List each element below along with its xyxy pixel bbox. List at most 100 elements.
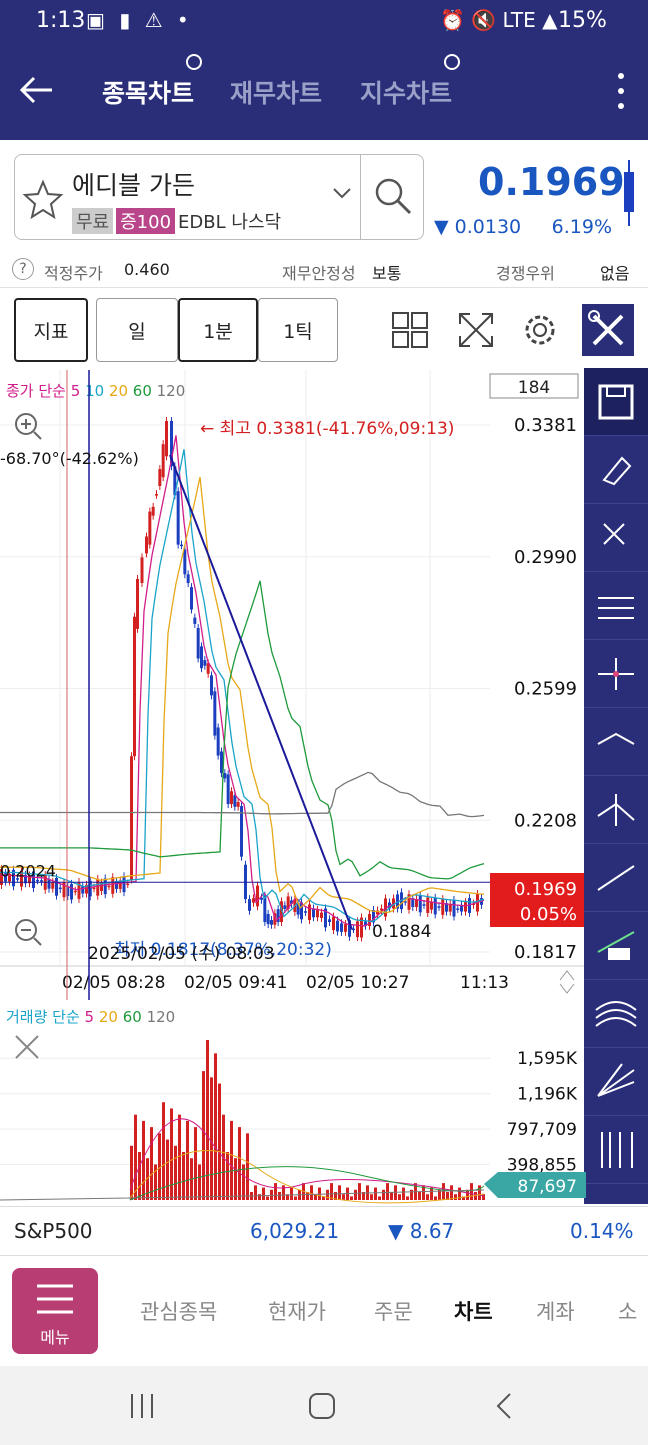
fibonacci-time-button[interactable] xyxy=(584,1116,648,1184)
volume-bar xyxy=(382,1189,385,1200)
volume-bar xyxy=(338,1185,341,1200)
competitive-value: 없음 xyxy=(600,264,630,283)
menu-button[interactable]: 메뉴 xyxy=(12,1268,98,1354)
volume-bar xyxy=(198,1164,201,1200)
candle-body xyxy=(340,923,343,932)
volume-bar xyxy=(218,1083,221,1200)
volume-bar xyxy=(246,1133,249,1200)
help-icon[interactable]: ? xyxy=(12,258,34,280)
volume-chart[interactable]: 1,595K1,196K797,709398,855거래량 단순 5 20 60… xyxy=(0,1000,586,1206)
fullscreen-icon[interactable] xyxy=(456,310,496,350)
star-icon[interactable] xyxy=(22,178,64,220)
candle-body xyxy=(55,878,58,896)
index-ticker[interactable]: S&P500 6,029.21 ▼ 8.67 0.14% xyxy=(0,1206,648,1256)
candle-body xyxy=(155,494,158,496)
fan-button[interactable] xyxy=(584,1048,648,1116)
candle-body xyxy=(308,904,311,920)
last-price-value: 0.1969 xyxy=(514,879,577,900)
vertical-line-button[interactable] xyxy=(584,776,648,844)
fibonacci-time-icon xyxy=(601,1132,633,1168)
candle-body xyxy=(448,903,452,912)
nav-order[interactable]: 주문 xyxy=(374,1296,413,1326)
candle-body xyxy=(216,727,220,756)
candle-body xyxy=(230,791,233,805)
candle-body xyxy=(73,890,77,893)
nav-chart[interactable]: 차트 xyxy=(454,1296,493,1326)
candle-body xyxy=(283,905,287,909)
save-drawing-button[interactable] xyxy=(584,368,648,436)
candle-body xyxy=(158,469,162,486)
tools-button[interactable] xyxy=(582,304,634,356)
x-tick-label: 11:13 xyxy=(460,973,509,993)
arc-icon xyxy=(595,1001,637,1027)
volume-bar xyxy=(402,1187,405,1200)
gear-icon[interactable] xyxy=(520,310,560,350)
crosshair-button[interactable] xyxy=(584,640,648,708)
more-vertical-icon[interactable] xyxy=(614,70,628,112)
nav-quote[interactable]: 현재가 xyxy=(268,1296,326,1326)
candle-body xyxy=(58,887,62,890)
candle-body xyxy=(270,919,273,925)
candle-body xyxy=(176,491,180,545)
stock-name: 에디블 가든 xyxy=(72,171,195,200)
legend-ma-20: 20 xyxy=(109,382,133,400)
nav-watchlist[interactable]: 관심종목 xyxy=(140,1296,217,1326)
auto-trend-button[interactable] xyxy=(584,912,648,980)
tab-index-chart[interactable]: 지수차트 xyxy=(360,74,452,110)
volume-bar xyxy=(186,1120,189,1200)
period-1tick-button[interactable]: 1틱 xyxy=(258,298,338,362)
arc-button[interactable] xyxy=(584,980,648,1048)
candle-body xyxy=(103,878,107,895)
candle-body xyxy=(111,877,115,894)
legend-ma-120: 120 xyxy=(157,382,186,400)
nav-more[interactable]: 소 xyxy=(618,1296,637,1326)
price-chart[interactable]: 종가 단순 5 10 20 60 120 184 0.3381 0.2990 0.25… xyxy=(0,370,586,1000)
candle-body xyxy=(266,913,270,925)
vol-legend-ma-60: 60 xyxy=(123,1008,147,1026)
volume-bar xyxy=(426,1194,429,1200)
candle-body xyxy=(203,660,207,666)
tab-stock-chart[interactable]: 종목차트 xyxy=(102,74,194,110)
vol-y-tick-label: 1,196K xyxy=(517,1085,578,1105)
menu-icon xyxy=(37,1284,73,1314)
hl-lines-button[interactable] xyxy=(584,572,648,640)
indicator-button[interactable]: 지표 xyxy=(14,298,88,362)
volume-bar xyxy=(150,1127,153,1200)
candle-body xyxy=(226,774,230,805)
recent-apps-icon[interactable] xyxy=(128,1392,156,1420)
period-1min-button[interactable]: 1분 xyxy=(178,298,258,362)
x-tick-label: 02/05 09:41 xyxy=(184,973,287,993)
layout-grid-icon[interactable] xyxy=(390,310,430,350)
nav-account[interactable]: 계좌 xyxy=(536,1296,575,1326)
vol-last-value: 87,697 xyxy=(518,1177,577,1197)
horizontal-line-icon xyxy=(597,732,635,745)
search-button[interactable] xyxy=(360,154,424,240)
system-nav-bar xyxy=(0,1366,648,1445)
erase-all-button[interactable] xyxy=(584,504,648,572)
candle-body xyxy=(165,420,168,457)
y-tick-label: 0.2990 xyxy=(514,547,577,568)
screen: 1:13 ▣ ▮ ⚠ • ⏰ 🔇 LTE ▲ 15% 종목차트 재무차트 지수차… xyxy=(0,0,648,1445)
eraser-button[interactable] xyxy=(584,436,648,504)
volume-bar xyxy=(370,1194,373,1200)
horizontal-line-button[interactable] xyxy=(584,708,648,776)
chevron-down-icon[interactable] xyxy=(332,186,352,200)
back-arrow-icon[interactable] xyxy=(16,70,56,110)
candle-body xyxy=(183,549,187,575)
tab-financial-chart[interactable]: 재무차트 xyxy=(230,74,322,110)
back-icon[interactable] xyxy=(494,1392,514,1420)
home-icon[interactable] xyxy=(308,1392,336,1420)
trend-line xyxy=(169,454,353,930)
volume-bar xyxy=(262,1187,265,1200)
volume-bar xyxy=(258,1194,261,1200)
ticker-change: ▼ 8.67 xyxy=(388,1219,455,1243)
trendline-button[interactable] xyxy=(584,844,648,912)
app-header: 1:13 ▣ ▮ ⚠ • ⏰ 🔇 LTE ▲ 15% 종목차트 재무차트 지수차… xyxy=(0,0,648,140)
volume-bar xyxy=(214,1053,217,1200)
info-row: ? 적정주가 0.460 재무안정성 보통 경쟁우위 없음 xyxy=(0,252,648,288)
fin-stability-label: 재무안정성 xyxy=(282,264,356,283)
trendline-icon xyxy=(597,865,635,891)
fin-stability-value: 보통 xyxy=(372,264,402,283)
volume-bar xyxy=(378,1196,381,1200)
period-day-button[interactable]: 일 xyxy=(96,298,178,362)
